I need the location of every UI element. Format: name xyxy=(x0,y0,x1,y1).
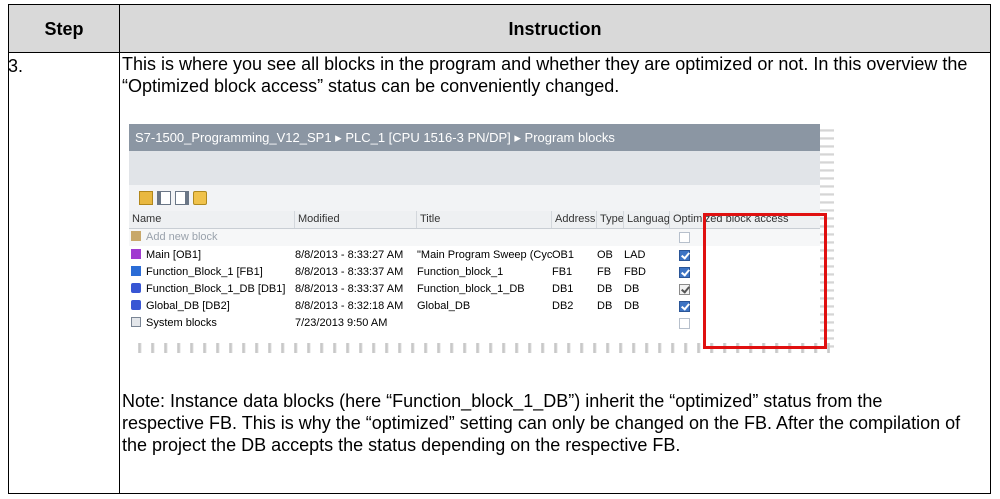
system-blocks-icon xyxy=(131,317,141,327)
block-name: Main [OB1] xyxy=(146,249,202,261)
instruction-table: Step Instruction 3. This is where you se… xyxy=(0,0,1000,499)
column-address[interactable]: Address xyxy=(552,211,597,228)
block-address: OB1 xyxy=(552,249,575,261)
block-name-cell: Function_Block_1 [FB1] xyxy=(129,264,295,281)
block-modified: 8/8/2013 - 8:32:18 AM xyxy=(295,300,404,312)
split-right-icon[interactable] xyxy=(175,191,189,205)
block-title: "Main Program Sweep (Cycle)" xyxy=(417,249,552,261)
block-type: DB xyxy=(597,283,613,295)
column-modified[interactable]: Modified xyxy=(295,211,417,228)
block-title xyxy=(417,315,552,332)
block-language: FBD xyxy=(624,266,646,278)
block-address xyxy=(552,315,597,332)
column-language[interactable]: Language xyxy=(624,211,670,228)
block-modified: 8/8/2013 - 8:33:27 AM xyxy=(295,249,404,261)
block-title: Function_block_1 xyxy=(417,266,504,278)
optimized-checkbox[interactable] xyxy=(679,301,690,312)
instruction-note: Note: Instance data blocks (here “Functi… xyxy=(122,391,961,455)
block-modified: 8/8/2013 - 8:33:37 AM xyxy=(295,283,404,295)
optimized-checkbox[interactable] xyxy=(679,267,690,278)
column-divider xyxy=(119,5,120,493)
block-type: DB xyxy=(597,300,613,312)
column-title[interactable]: Title xyxy=(417,211,552,228)
column-type[interactable]: Type xyxy=(597,211,624,228)
header-instruction: Instruction xyxy=(508,18,602,39)
optimized-checkbox xyxy=(679,232,690,243)
add-new-block-cell: Add new block xyxy=(129,229,295,246)
block-title: Global_DB xyxy=(417,300,471,312)
block-modified: 8/8/2013 - 8:33:37 AM xyxy=(295,266,404,278)
split-left-icon[interactable] xyxy=(157,191,171,205)
block-name-cell: Global_DB [DB2] xyxy=(129,298,295,315)
db-icon xyxy=(131,300,141,310)
eye-icon[interactable] xyxy=(193,191,207,205)
add-block-icon xyxy=(131,231,141,241)
fb-icon xyxy=(131,266,141,276)
step-number: 3. xyxy=(8,56,24,76)
block-name: Function_Block_1 [FB1] xyxy=(146,266,263,278)
column-name[interactable]: Name xyxy=(129,211,295,228)
block-type: OB xyxy=(597,249,613,261)
breadcrumb: S7-1500_Programming_V12_SP1 ▸ PLC_1 [CPU… xyxy=(129,124,830,151)
block-name: Global_DB [DB2] xyxy=(146,300,230,312)
folder-icon[interactable] xyxy=(139,191,153,205)
block-language xyxy=(624,315,670,332)
icon-toolbar xyxy=(129,185,830,211)
block-type xyxy=(597,315,624,332)
block-name-cell: Function_Block_1_DB [DB1] xyxy=(129,281,295,298)
optimized-checkbox[interactable] xyxy=(679,250,690,261)
block-language: LAD xyxy=(624,249,646,261)
block-name-cell: Main [OB1] xyxy=(129,247,295,264)
header-step: Step xyxy=(44,18,84,39)
block-language: DB xyxy=(624,300,640,312)
add-new-block-label: Add new block xyxy=(146,231,218,243)
block-address: DB1 xyxy=(552,283,574,295)
db-icon xyxy=(131,283,141,293)
instruction-paragraph: This is where you see all blocks in the … xyxy=(122,54,968,96)
optimized-checkbox xyxy=(679,284,690,295)
toolbar-area xyxy=(129,151,830,185)
block-type: FB xyxy=(597,266,612,278)
block-language: DB xyxy=(624,283,640,295)
block-name: Function_Block_1_DB [DB1] xyxy=(146,283,286,295)
block-address: FB1 xyxy=(552,266,573,278)
block-address: DB2 xyxy=(552,300,574,312)
optimized-column-highlight xyxy=(703,213,827,349)
block-modified: 7/23/2013 9:50 AM xyxy=(295,317,388,329)
block-title: Function_block_1_DB xyxy=(417,283,525,295)
block-name-cell: System blocks xyxy=(129,315,295,332)
table-header-row: Step Instruction xyxy=(9,5,990,53)
block-name: System blocks xyxy=(146,317,217,329)
optimized-checkbox[interactable] xyxy=(679,318,690,329)
ob-icon xyxy=(131,249,141,259)
